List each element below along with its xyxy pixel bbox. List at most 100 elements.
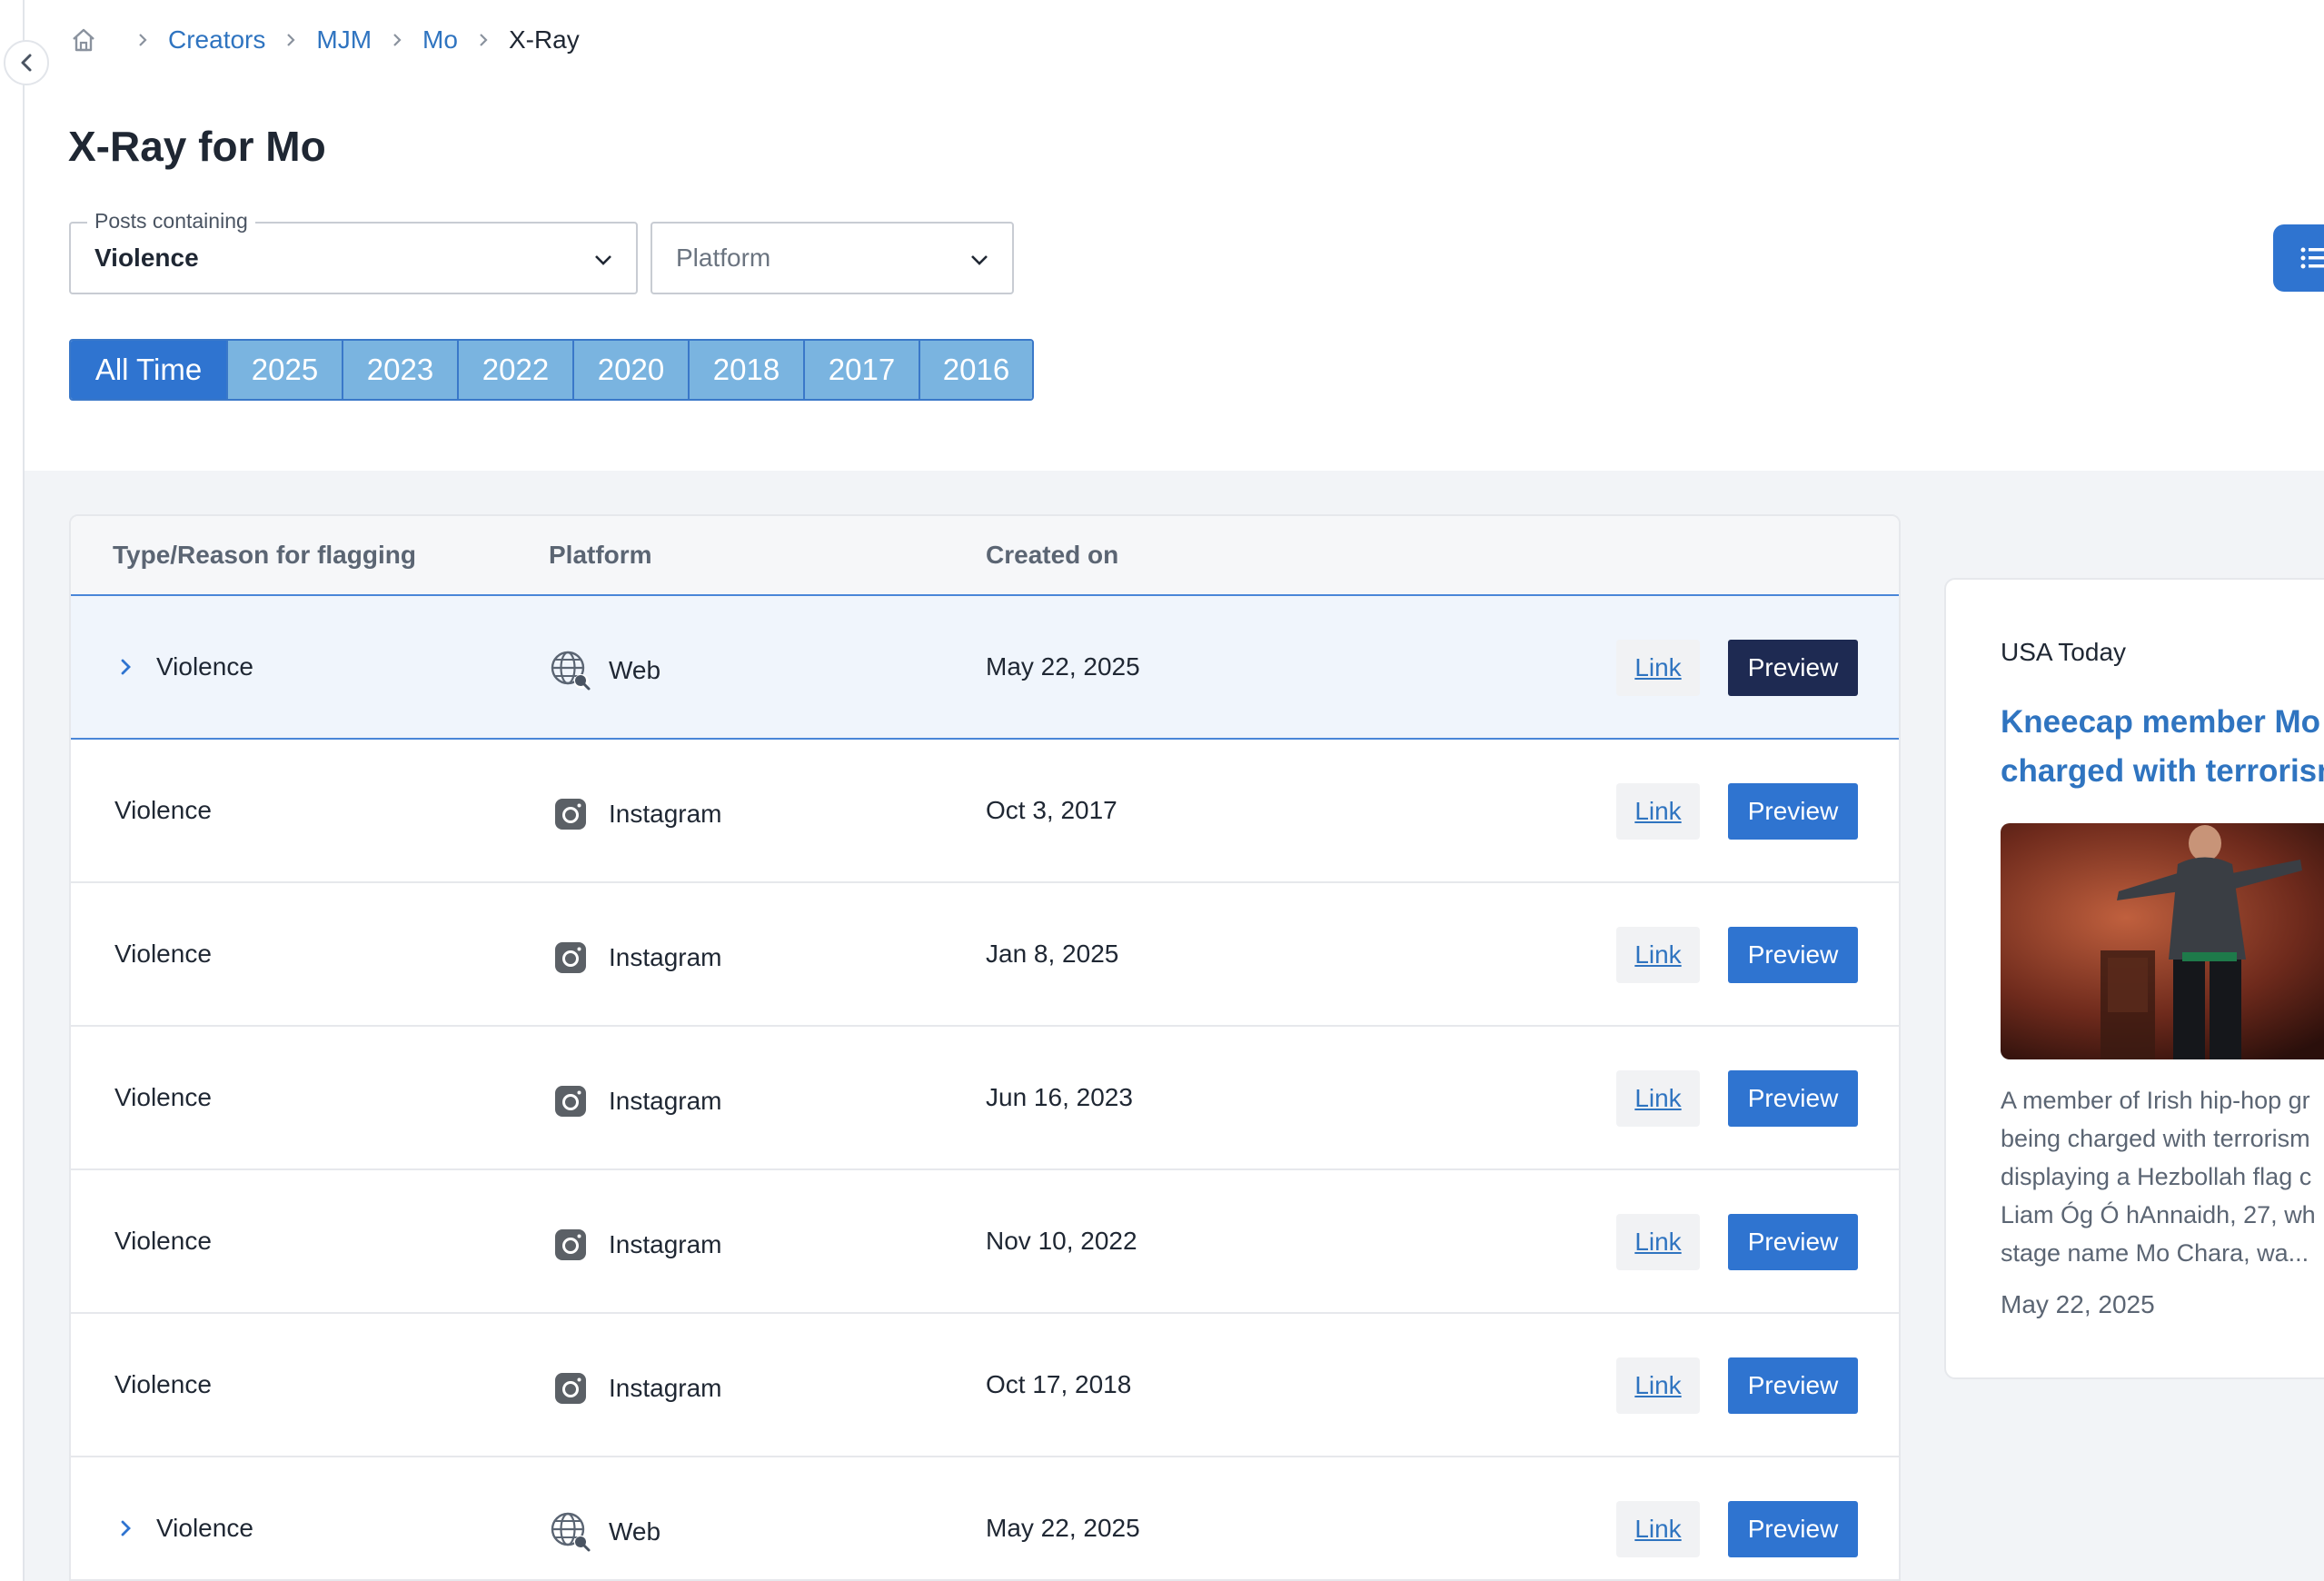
type-value: Violence [114,1370,212,1398]
instagram-icon [549,792,592,836]
preview-button[interactable]: Preview [1728,1214,1858,1270]
chevron-down-icon [595,255,611,265]
article-description: A member of Irish hip-hop gr being charg… [2001,1081,2324,1272]
year-tab-2025[interactable]: 2025 [226,341,342,399]
article-source: USA Today [2001,638,2127,666]
table-row[interactable]: Violence Instagram Jun 16, 2023 Link Preview [71,1027,1899,1170]
table-row[interactable]: Violence Web May 22, 2025 Link Preview [71,594,1899,740]
created-date: Jan 8, 2025 [986,940,1119,968]
posts-containing-select[interactable]: Posts containing Violence [69,209,638,294]
year-tab-2020[interactable]: 2020 [572,341,688,399]
year-tab-2016[interactable]: 2016 [919,341,1032,399]
table-row[interactable]: Violence Instagram Oct 3, 2017 Link Preview [71,740,1899,883]
sidebar-rail [0,0,25,1581]
instagram-icon [549,1367,592,1410]
collapse-sidebar-button[interactable] [4,40,49,85]
breadcrumb-item-mjm[interactable]: MJM [316,25,372,55]
created-date: Oct 17, 2018 [986,1370,1132,1398]
chevron-right-icon [137,32,148,48]
platform-value: Web [609,656,661,684]
platform-cell: Instagram [549,1223,722,1267]
preview-button[interactable]: Preview [1728,1357,1858,1414]
type-value: Violence [114,796,212,824]
type-cell: Violence [114,1083,212,1112]
year-tabs: All Time 2025 2023 2022 2020 2018 2017 2… [69,339,1034,401]
column-header-platform[interactable]: Platform [549,541,652,570]
table-row[interactable]: Violence Instagram Nov 10, 2022 Link Preview [71,1170,1899,1314]
created-date: May 22, 2025 [986,1514,1140,1542]
platform-select[interactable]: Platform [651,222,1014,294]
platform-value: Instagram [609,800,722,828]
type-value: Violence [156,652,253,681]
created-date: Nov 10, 2022 [986,1227,1137,1255]
preview-button[interactable]: Preview [1728,783,1858,840]
type-value: Violence [114,1227,212,1255]
type-cell: Violence [114,1370,212,1399]
breadcrumb-item-mo[interactable]: Mo [422,25,458,55]
created-date: Oct 3, 2017 [986,796,1117,824]
flagged-posts-table: Type/Reason for flagging Platform Create… [69,514,1901,1581]
article-description-line: displaying a Hezbollah flag c [2001,1163,2312,1190]
platform-cell: Web [549,649,660,692]
preview-button[interactable]: Preview [1728,1501,1858,1557]
chevron-right-icon[interactable] [120,1519,156,1537]
link-button[interactable]: Link [1616,783,1700,840]
chevron-right-icon[interactable] [120,658,156,676]
list-view-button[interactable] [2273,224,2324,292]
platform-value: Instagram [609,1230,722,1258]
link-button[interactable]: Link [1616,927,1700,983]
link-button[interactable]: Link [1616,1214,1700,1270]
year-tab-2018[interactable]: 2018 [688,341,803,399]
type-value: Violence [114,1083,212,1111]
platform-value: Instagram [609,1087,722,1115]
link-button[interactable]: Link [1616,1357,1700,1414]
table-row[interactable]: Violence Instagram Jan 8, 2025 Link Preview [71,883,1899,1027]
page-title: X-Ray for Mo [68,123,326,170]
platform-value: Instagram [609,1374,722,1402]
instagram-icon [549,936,592,979]
type-cell: Violence [114,1514,253,1543]
platform-cell: Instagram [549,792,722,836]
platform-cell: Instagram [549,1367,722,1410]
globe-search-icon [549,649,592,692]
article-image [2001,823,2324,1059]
breadcrumb-item-creators[interactable]: Creators [168,25,265,55]
column-header-type[interactable]: Type/Reason for flagging [113,541,416,570]
platform-cell: Instagram [549,1079,722,1123]
breadcrumb: Creators MJM Mo X-Ray [70,25,580,55]
platform-cell: Instagram [549,936,722,979]
article-description-line: being charged with terrorism [2001,1125,2310,1152]
chevron-down-icon [971,255,988,265]
chevron-right-icon [478,32,489,48]
link-button[interactable]: Link [1616,640,1700,696]
column-header-created[interactable]: Created on [986,541,1118,570]
platform-value: Instagram [609,943,722,971]
preview-button[interactable]: Preview [1728,927,1858,983]
chevron-right-icon [285,32,296,48]
article-description-line: Liam Óg Ó hAnnaidh, 27, wh [2001,1201,2316,1228]
type-cell: Violence [114,796,212,825]
home-icon[interactable] [70,26,97,54]
table-row[interactable]: Violence Web May 22, 2025 Link Preview [71,1457,1899,1579]
preview-button[interactable]: Preview [1728,640,1858,696]
link-button[interactable]: Link [1616,1501,1700,1557]
post-preview-card: USA Today Kneecap member Mo C charged wi… [1944,578,2324,1379]
instagram-icon [549,1223,592,1267]
article-title-line: charged with terrorism [2001,753,2324,789]
table-row[interactable]: Violence Instagram Oct 17, 2018 Link Preview [71,1314,1899,1457]
type-cell: Violence [114,940,212,969]
posts-containing-label: Posts containing [87,209,255,234]
chevron-right-icon [392,32,402,48]
preview-button[interactable]: Preview [1728,1070,1858,1127]
article-description-line: stage name Mo Chara, wa... [2001,1239,2309,1267]
article-date: May 22, 2025 [2001,1290,2155,1318]
article-title[interactable]: Kneecap member Mo C charged with terrori… [2001,698,2324,796]
year-tab-2017[interactable]: 2017 [803,341,919,399]
type-cell: Violence [114,652,253,681]
year-tab-2023[interactable]: 2023 [342,341,457,399]
link-button[interactable]: Link [1616,1070,1700,1127]
year-tab-2022[interactable]: 2022 [457,341,572,399]
chevron-left-icon [21,54,32,72]
year-tab-all-time[interactable]: All Time [71,341,226,399]
article-title-line: Kneecap member Mo C [2001,704,2324,740]
